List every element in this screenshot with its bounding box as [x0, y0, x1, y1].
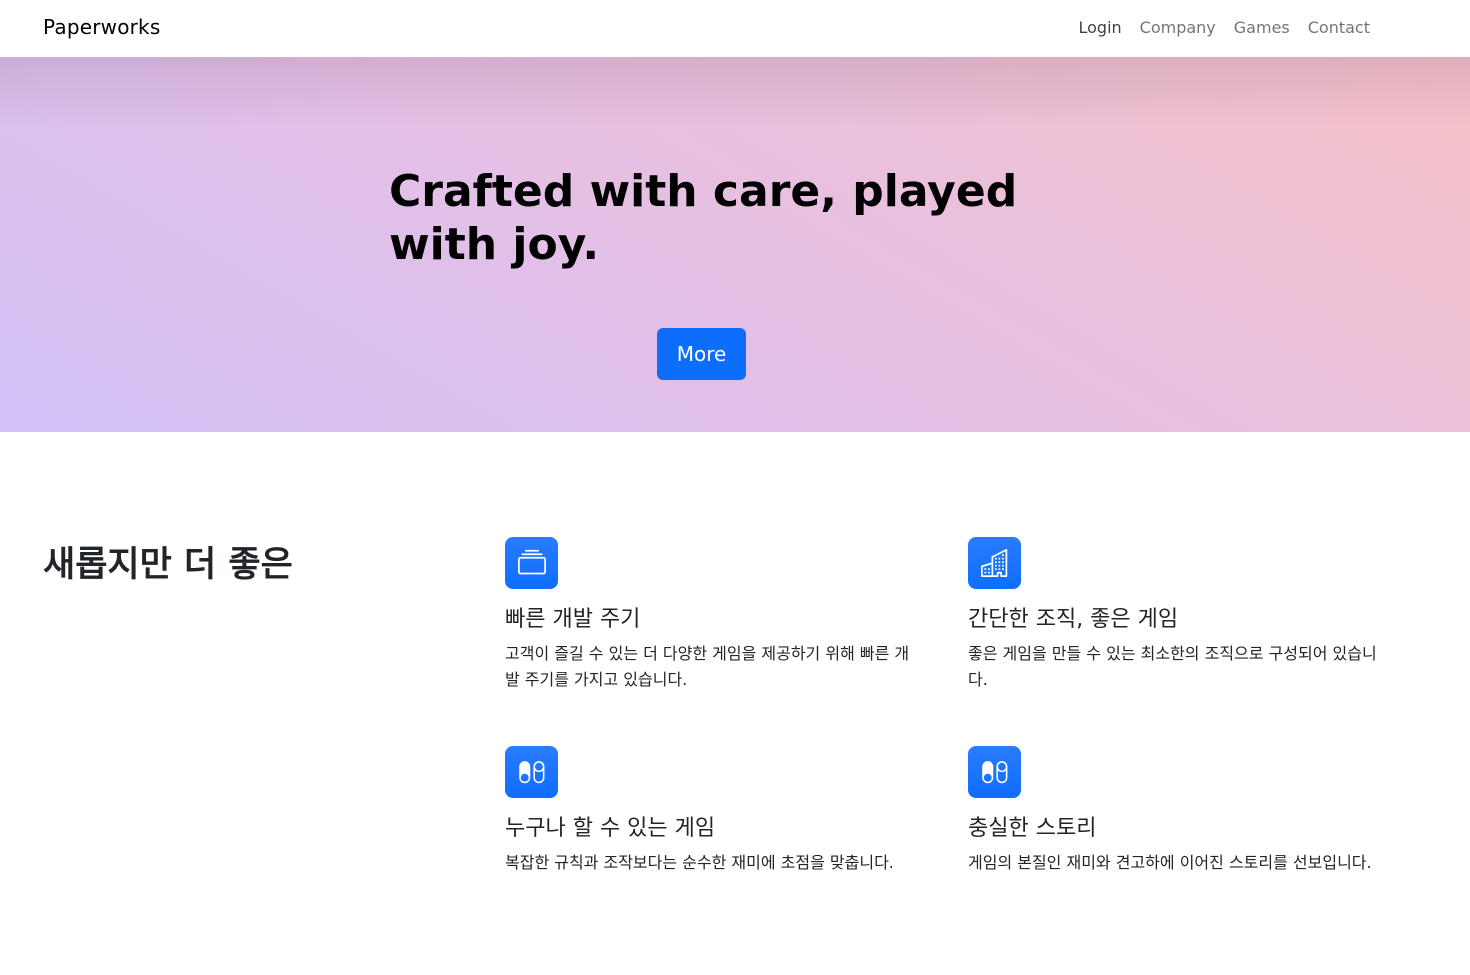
brand-link[interactable]: Paperworks: [43, 15, 160, 39]
feature-item: 충실한 스토리 게임의 본질인 재미와 견고하에 이어진 스토리를 선보입니다.: [968, 746, 1378, 876]
feature-description: 고객이 즐길 수 있는 더 다양한 게임을 제공하기 위해 빠른 개발 주기를 …: [505, 644, 910, 689]
nav-link-company[interactable]: Company: [1140, 18, 1216, 37]
hero-shade: [0, 57, 1470, 127]
features-heading: 새롭지만 더 좋은: [43, 545, 293, 585]
nav-link-contact[interactable]: Contact: [1308, 18, 1370, 37]
feature-title: 충실한 스토리: [968, 816, 1097, 841]
nav-link-games[interactable]: Games: [1234, 18, 1290, 37]
feature-description: 게임의 본질인 재미와 견고하에 이어진 스토리를 선보입니다.: [968, 853, 1372, 872]
navbar: Paperworks Login Company Games Contact: [0, 0, 1470, 57]
hero-title: Crafted with care, played with joy.: [389, 166, 1018, 270]
feature-description: 복잡한 규칙과 조작보다는 순수한 재미에 초점을 맞춥니다.: [505, 853, 894, 872]
feature-item: 간단한 조직, 좋은 게임 좋은 게임을 만들 수 있는 최소한의 조직으로 구…: [968, 537, 1378, 693]
feature-item: 빠른 개발 주기 고객이 즐길 수 있는 더 다양한 게임을 제공하기 위해 빠…: [505, 537, 915, 693]
toggles-icon: [968, 746, 1021, 798]
feature-title: 간단한 조직, 좋은 게임: [968, 607, 1179, 632]
toggles-icon: [505, 746, 558, 798]
nav-link-login[interactable]: Login: [1078, 18, 1121, 37]
building-icon: [968, 537, 1021, 589]
nav-links: Login Company Games Contact: [1078, 18, 1370, 37]
feature-item: 누구나 할 수 있는 게임 복잡한 규칙과 조작보다는 순수한 재미에 초점을 …: [505, 746, 915, 876]
more-button[interactable]: More: [657, 328, 746, 380]
collection-icon: [505, 537, 558, 589]
hero-section: Crafted with care, played with joy. More: [0, 57, 1470, 432]
feature-description: 좋은 게임을 만들 수 있는 최소한의 조직으로 구성되어 있습니다.: [968, 644, 1377, 689]
feature-title: 누구나 할 수 있는 게임: [505, 816, 716, 841]
feature-title: 빠른 개발 주기: [505, 607, 641, 632]
